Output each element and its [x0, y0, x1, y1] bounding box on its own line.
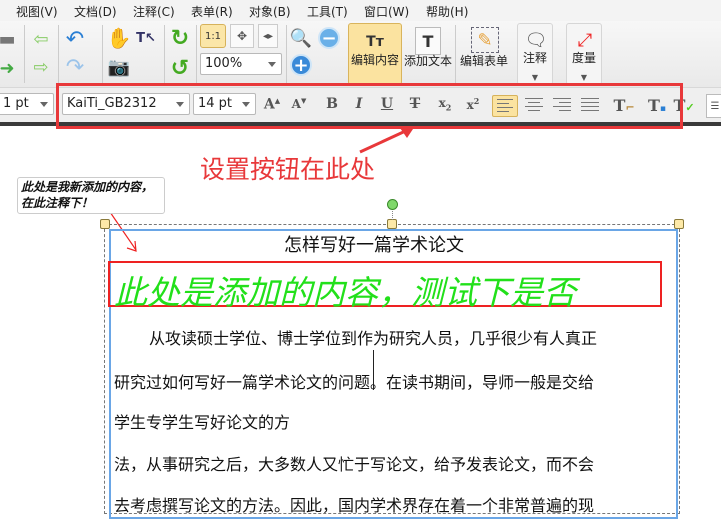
paragraph-line: 法，从事研究之后，大多数人又忙于写论文，给予发表论文，而不会	[114, 455, 595, 474]
paragraph-line: 从攻读硕士学位、博士学位到作为研究人员，几乎很少有人真正	[149, 329, 598, 348]
text-cursor	[373, 350, 374, 390]
paragraph-line: 学生专学生写好论文的方	[114, 413, 291, 432]
paragraph-line: 研究过如何写好一篇学术论文的问题。在读书期间，导师一般是交给	[114, 373, 595, 392]
added-content-text: 此处是添加的内容，测试下是否	[114, 273, 576, 312]
resize-handle[interactable]	[387, 219, 397, 229]
document-title: 怎样写好一篇学术论文	[284, 235, 464, 256]
sticky-note[interactable]: 此处是我新添加的内容，在此注释下！	[17, 177, 165, 214]
resize-handle[interactable]	[674, 219, 684, 229]
callout-text: 设置按钮在此处	[200, 155, 376, 184]
paragraph-line: 去考虑撰写论文的方法。因此，国内学术界存在着一个非常普遍的现	[114, 496, 595, 515]
resize-handle[interactable]	[100, 219, 110, 229]
rotate-handle[interactable]	[387, 199, 398, 210]
